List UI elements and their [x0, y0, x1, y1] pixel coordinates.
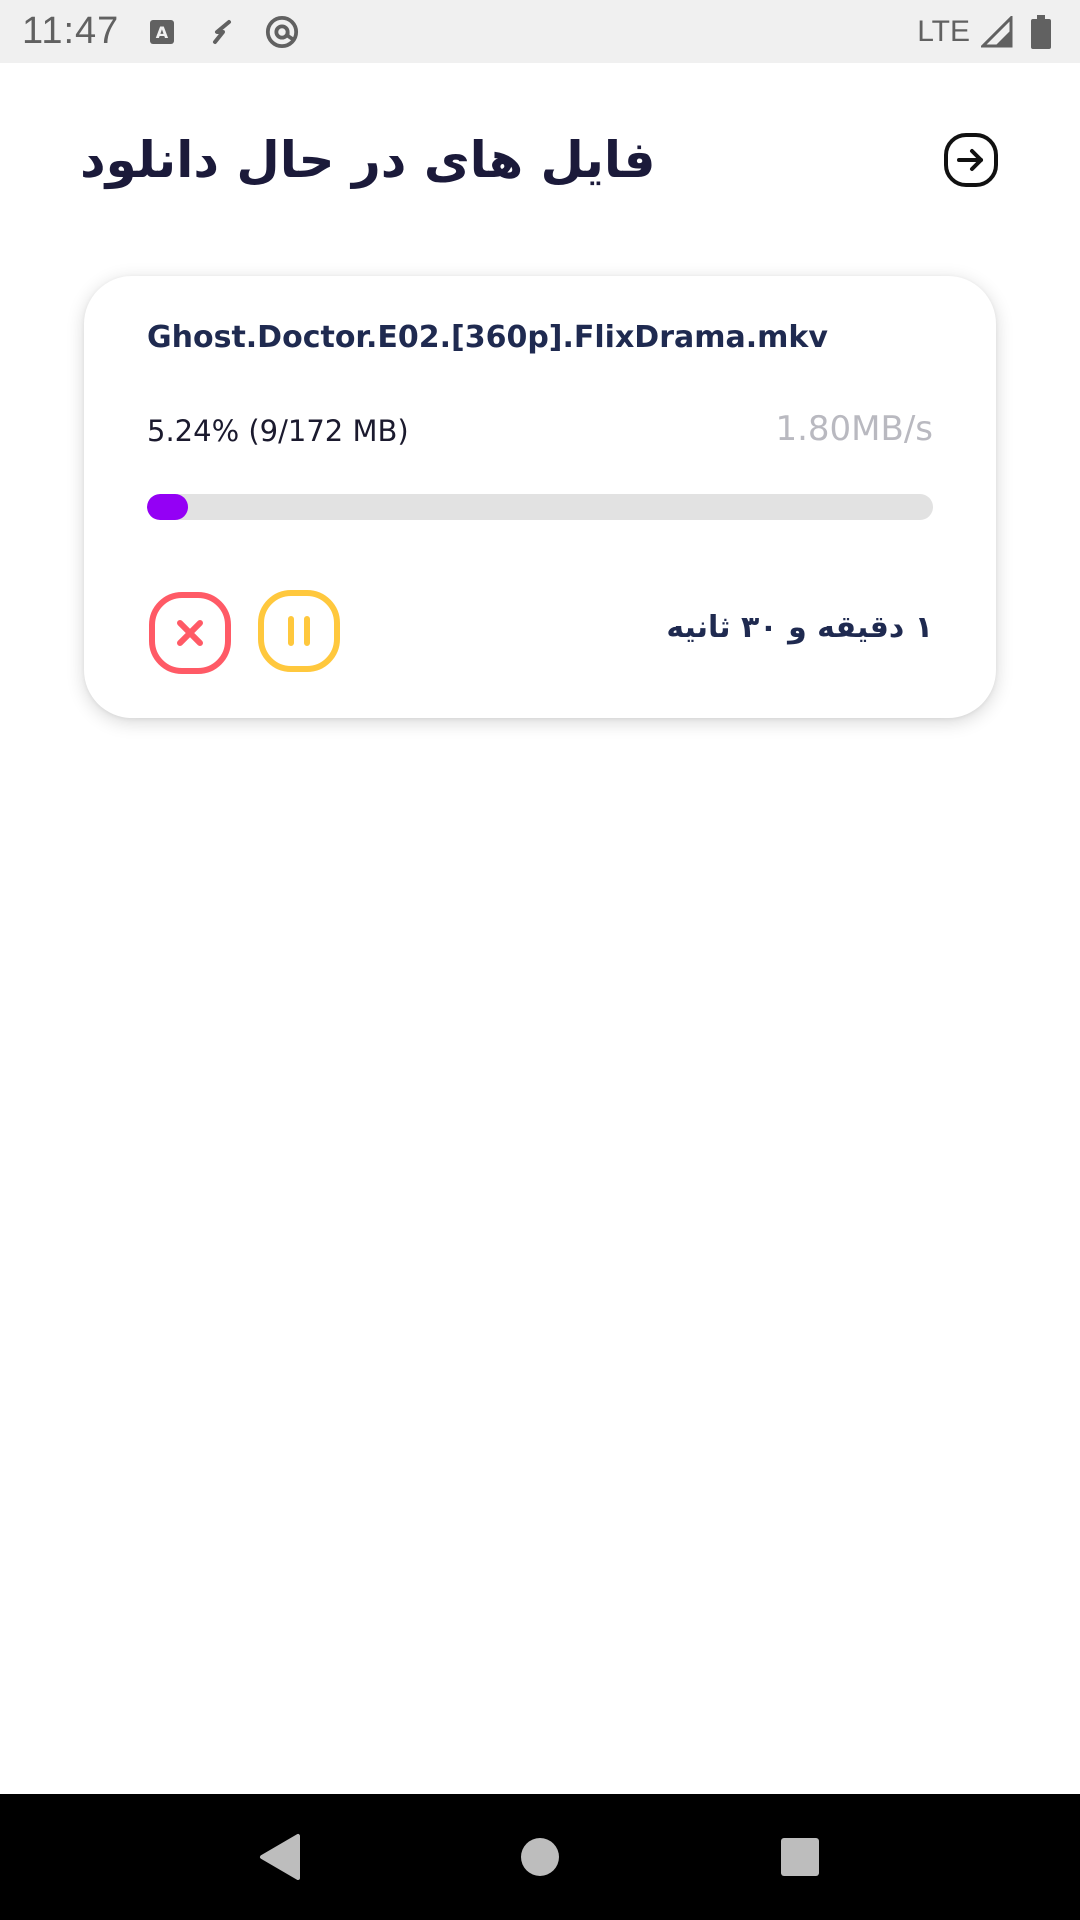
cancel-download-button[interactable]: [147, 590, 233, 676]
status-time: 11:47: [22, 10, 120, 52]
page-title: فایل های در حال دانلود: [80, 131, 656, 189]
progress-bar: [147, 494, 933, 520]
nav-home-button[interactable]: [505, 1822, 575, 1892]
download-speed: 1.80MB/s: [775, 409, 933, 449]
nav-recents-button[interactable]: [765, 1822, 835, 1892]
progress-bar-fill: [147, 494, 189, 520]
back-button[interactable]: [942, 131, 1000, 189]
header: فایل های در حال دانلود: [80, 120, 1000, 200]
pause-square-icon: [258, 590, 340, 672]
pause-download-button[interactable]: [256, 588, 342, 674]
nav-back-button[interactable]: [245, 1822, 315, 1892]
home-circle-icon: [521, 1838, 559, 1876]
remaining-time: ۱ دقیقه و ۳۰ ثانیه: [666, 610, 933, 645]
arrow-right-circle-icon: [944, 133, 998, 187]
back-triangle-icon: [260, 1834, 300, 1880]
status-right: LTE: [917, 14, 1058, 49]
battery-icon: [1024, 14, 1058, 49]
at-sign-icon: [265, 15, 299, 49]
svg-text:A: A: [156, 23, 169, 42]
file-name: Ghost.Doctor.E02.[360p].FlixDrama.mkv: [147, 320, 828, 355]
signal-icon: [980, 15, 1014, 49]
close-square-icon: [149, 592, 231, 674]
status-left: 11:47 A: [22, 10, 299, 53]
phone-forward-icon: [205, 15, 239, 49]
screen: 11:47 A LTE فایل های در حال دانلود Ghost…: [0, 0, 1080, 1920]
keyboard-a-icon: A: [145, 15, 179, 49]
navigation-bar: [0, 1794, 1080, 1920]
network-type: LTE: [917, 14, 970, 48]
progress-label: 5.24% (9/172 MB): [147, 414, 409, 448]
download-card: Ghost.Doctor.E02.[360p].FlixDrama.mkv 5.…: [84, 276, 996, 718]
status-bar: 11:47 A LTE: [0, 0, 1080, 63]
recents-square-icon: [781, 1838, 819, 1876]
